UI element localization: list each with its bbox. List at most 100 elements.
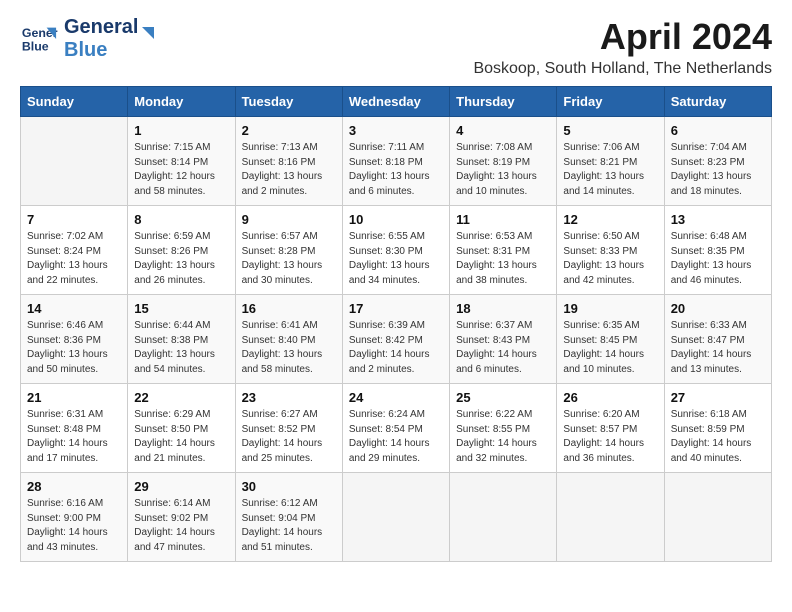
calendar-cell: 5 Sunrise: 7:06 AMSunset: 8:21 PMDaylight… xyxy=(557,117,664,206)
day-info: Sunrise: 6:44 AMSunset: 8:38 PMDaylight:… xyxy=(134,319,228,377)
calendar-cell: 23 Sunrise: 6:27 AMSunset: 8:52 PMDayligh… xyxy=(235,384,342,473)
day-number: 12 xyxy=(563,212,657,227)
day-number: 19 xyxy=(563,301,657,316)
calendar-cell: 11 Sunrise: 6:53 AMSunset: 8:31 PMDayligh… xyxy=(450,206,557,295)
calendar-cell xyxy=(450,473,557,562)
day-number: 22 xyxy=(134,390,228,405)
calendar-cell: 15 Sunrise: 6:44 AMSunset: 8:38 PMDayligh… xyxy=(128,295,235,384)
day-number: 14 xyxy=(27,301,121,316)
calendar-cell: 22Sunrise: 6:29 AMSunset: 8:50 PMDayligh… xyxy=(128,384,235,473)
calendar-cell: 1Sunrise: 7:15 AMSunset: 8:14 PMDaylight… xyxy=(128,117,235,206)
calendar-cell: 10 Sunrise: 6:55 AMSunset: 8:30 PMDayligh… xyxy=(342,206,449,295)
page-header: General Blue General Blue April 2024 Bos… xyxy=(20,16,772,78)
day-info: Sunrise: 7:15 AMSunset: 8:14 PMDaylight:… xyxy=(134,141,228,199)
calendar-cell: 7 Sunrise: 7:02 AMSunset: 8:24 PMDaylight… xyxy=(21,206,128,295)
day-info: Sunrise: 6:55 AMSunset: 8:30 PMDaylight:… xyxy=(349,230,443,288)
calendar-cell xyxy=(664,473,771,562)
location-title: Boskoop, South Holland, The Netherlands xyxy=(473,60,772,78)
month-title: April 2024 xyxy=(473,16,772,58)
calendar-cell xyxy=(342,473,449,562)
calendar-cell: 3Sunrise: 7:11 AMSunset: 8:18 PMDaylight… xyxy=(342,117,449,206)
calendar-cell: 24 Sunrise: 6:24 AMSunset: 8:54 PMDayligh… xyxy=(342,384,449,473)
day-info: Sunrise: 6:20 AMSunset: 8:57 PMDaylight:… xyxy=(563,408,657,466)
weekday-header: Wednesday xyxy=(342,87,449,117)
day-number: 8 xyxy=(134,212,228,227)
day-info: Sunrise: 6:57 AMSunset: 8:28 PMDaylight:… xyxy=(242,230,336,288)
day-info: Sunrise: 6:22 AMSunset: 8:55 PMDaylight:… xyxy=(456,408,550,466)
day-number: 20 xyxy=(671,301,765,316)
day-info: Sunrise: 6:16 AMSunset: 9:00 PMDaylight:… xyxy=(27,497,121,555)
day-info: Sunrise: 7:04 AMSunset: 8:23 PMDaylight:… xyxy=(671,141,765,199)
logo: General Blue General Blue xyxy=(20,16,156,62)
day-info: Sunrise: 6:48 AMSunset: 8:35 PMDaylight:… xyxy=(671,230,765,288)
title-block: April 2024 Boskoop, South Holland, The N… xyxy=(473,16,772,78)
weekday-header: Sunday xyxy=(21,87,128,117)
calendar-cell: 13 Sunrise: 6:48 AMSunset: 8:35 PMDayligh… xyxy=(664,206,771,295)
day-info: Sunrise: 6:14 AMSunset: 9:02 PMDaylight:… xyxy=(134,497,228,555)
day-number: 5 xyxy=(563,123,657,138)
day-number: 30 xyxy=(242,479,336,494)
day-info: Sunrise: 6:46 AMSunset: 8:36 PMDaylight:… xyxy=(27,319,121,377)
day-number: 13 xyxy=(671,212,765,227)
day-info: Sunrise: 6:27 AMSunset: 8:52 PMDaylight:… xyxy=(242,408,336,466)
day-number: 9 xyxy=(242,212,336,227)
calendar-cell: 26 Sunrise: 6:20 AMSunset: 8:57 PMDayligh… xyxy=(557,384,664,473)
day-info: Sunrise: 6:50 AMSunset: 8:33 PMDaylight:… xyxy=(563,230,657,288)
calendar-cell xyxy=(557,473,664,562)
calendar-cell: 27 Sunrise: 6:18 AMSunset: 8:59 PMDayligh… xyxy=(664,384,771,473)
calendar-table: SundayMondayTuesdayWednesdayThursdayFrid… xyxy=(20,86,772,562)
weekday-header: Friday xyxy=(557,87,664,117)
day-info: Sunrise: 6:37 AMSunset: 8:43 PMDaylight:… xyxy=(456,319,550,377)
calendar-cell: 6 Sunrise: 7:04 AMSunset: 8:23 PMDaylight… xyxy=(664,117,771,206)
day-number: 21 xyxy=(27,390,121,405)
day-number: 25 xyxy=(456,390,550,405)
day-number: 24 xyxy=(349,390,443,405)
day-number: 7 xyxy=(27,212,121,227)
calendar-cell: 12 Sunrise: 6:50 AMSunset: 8:33 PMDayligh… xyxy=(557,206,664,295)
calendar-cell: 9 Sunrise: 6:57 AMSunset: 8:28 PMDaylight… xyxy=(235,206,342,295)
day-info: Sunrise: 6:31 AMSunset: 8:48 PMDaylight:… xyxy=(27,408,121,466)
svg-text:Blue: Blue xyxy=(22,39,49,53)
day-number: 6 xyxy=(671,123,765,138)
calendar-cell: 25 Sunrise: 6:22 AMSunset: 8:55 PMDayligh… xyxy=(450,384,557,473)
calendar-cell: 17 Sunrise: 6:39 AMSunset: 8:42 PMDayligh… xyxy=(342,295,449,384)
logo-icon: General Blue xyxy=(20,20,58,58)
day-number: 15 xyxy=(134,301,228,316)
calendar-cell: 30 Sunrise: 6:12 AMSunset: 9:04 PMDayligh… xyxy=(235,473,342,562)
logo-arrow-icon xyxy=(134,23,156,45)
day-info: Sunrise: 6:53 AMSunset: 8:31 PMDaylight:… xyxy=(456,230,550,288)
day-number: 29 xyxy=(134,479,228,494)
day-info: Sunrise: 7:02 AMSunset: 8:24 PMDaylight:… xyxy=(27,230,121,288)
day-info: Sunrise: 6:12 AMSunset: 9:04 PMDaylight:… xyxy=(242,497,336,555)
day-info: Sunrise: 6:35 AMSunset: 8:45 PMDaylight:… xyxy=(563,319,657,377)
calendar-cell: 20Sunrise: 6:33 AMSunset: 8:47 PMDayligh… xyxy=(664,295,771,384)
calendar-cell: 28 Sunrise: 6:16 AMSunset: 9:00 PMDayligh… xyxy=(21,473,128,562)
day-number: 17 xyxy=(349,301,443,316)
day-info: Sunrise: 7:11 AMSunset: 8:18 PMDaylight:… xyxy=(349,141,443,199)
weekday-header: Saturday xyxy=(664,87,771,117)
logo-line1: General xyxy=(64,16,138,39)
day-number: 10 xyxy=(349,212,443,227)
day-number: 23 xyxy=(242,390,336,405)
day-info: Sunrise: 6:24 AMSunset: 8:54 PMDaylight:… xyxy=(349,408,443,466)
calendar-cell: 29 Sunrise: 6:14 AMSunset: 9:02 PMDayligh… xyxy=(128,473,235,562)
day-info: Sunrise: 7:06 AMSunset: 8:21 PMDaylight:… xyxy=(563,141,657,199)
calendar-cell: 2Sunrise: 7:13 AMSunset: 8:16 PMDaylight… xyxy=(235,117,342,206)
day-number: 27 xyxy=(671,390,765,405)
weekday-header: Thursday xyxy=(450,87,557,117)
day-number: 18 xyxy=(456,301,550,316)
day-number: 26 xyxy=(563,390,657,405)
day-info: Sunrise: 6:41 AMSunset: 8:40 PMDaylight:… xyxy=(242,319,336,377)
day-number: 11 xyxy=(456,212,550,227)
day-info: Sunrise: 6:39 AMSunset: 8:42 PMDaylight:… xyxy=(349,319,443,377)
day-number: 28 xyxy=(27,479,121,494)
weekday-header: Tuesday xyxy=(235,87,342,117)
calendar-cell xyxy=(21,117,128,206)
calendar-cell: 16 Sunrise: 6:41 AMSunset: 8:40 PMDayligh… xyxy=(235,295,342,384)
day-info: Sunrise: 6:59 AMSunset: 8:26 PMDaylight:… xyxy=(134,230,228,288)
day-info: Sunrise: 7:13 AMSunset: 8:16 PMDaylight:… xyxy=(242,141,336,199)
day-number: 16 xyxy=(242,301,336,316)
calendar-cell: 4Sunrise: 7:08 AMSunset: 8:19 PMDaylight… xyxy=(450,117,557,206)
weekday-header: Monday xyxy=(128,87,235,117)
day-info: Sunrise: 6:18 AMSunset: 8:59 PMDaylight:… xyxy=(671,408,765,466)
